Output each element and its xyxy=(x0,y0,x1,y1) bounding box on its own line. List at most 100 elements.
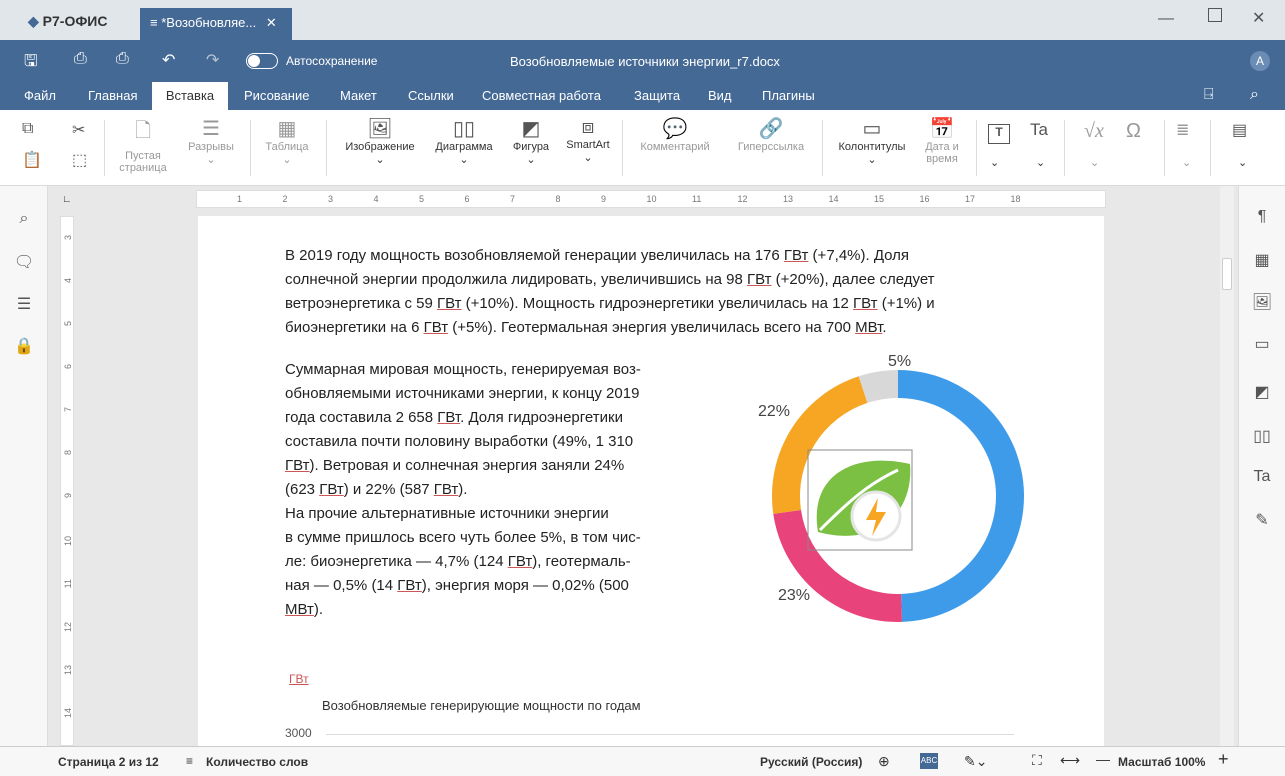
save-icon[interactable]: 🖫 xyxy=(24,50,38,77)
table-button[interactable]: ▦ Таблица ⌄ xyxy=(256,116,318,166)
chevron-down-icon[interactable]: ⌄ xyxy=(1036,156,1045,169)
right-panel: ¶ ▦ 🖼 ▭ ◩ ▯▯ Ta ✎ xyxy=(1238,186,1285,746)
ruler-number: 17 xyxy=(965,194,976,204)
paragraph-1[interactable]: В 2019 году мощность возобновляемой гене… xyxy=(285,244,1045,340)
comment-button[interactable]: 💬 Комментарий xyxy=(626,116,724,153)
breaks-button[interactable]: ☰ Разрывы ⌄ xyxy=(180,116,242,166)
ruler-number: 12 xyxy=(737,194,748,204)
shape-settings-icon[interactable]: ◩ xyxy=(1250,382,1274,402)
vertical-ruler[interactable]: 3 4 5 6 7 8 9 10 11 12 13 14 xyxy=(60,216,74,746)
word-count-button[interactable]: Количество слов xyxy=(206,755,308,769)
dropcap-icon[interactable]: ≣ xyxy=(1176,120,1189,140)
tab-plugins[interactable]: Плагины xyxy=(762,88,815,103)
chevron-down-icon[interactable]: ⌄ xyxy=(990,156,999,169)
tab-references[interactable]: Ссылки xyxy=(408,88,454,103)
textart-settings-icon[interactable]: Ta xyxy=(1250,468,1274,486)
shape-button[interactable]: ◩ Фигура ⌄ xyxy=(504,116,558,166)
undo-icon[interactable]: ↶ xyxy=(162,50,175,70)
tab-stop-icon[interactable]: ∟ xyxy=(62,194,72,205)
fit-width-icon[interactable]: ⟷ xyxy=(1060,752,1080,769)
vertical-scrollbar[interactable] xyxy=(1220,186,1234,746)
search-icon[interactable]: ⌕ xyxy=(1250,86,1259,104)
chevron-down-icon[interactable]: ⌄ xyxy=(1238,156,1247,169)
ruler-number: 16 xyxy=(919,194,930,204)
ruler-number: 15 xyxy=(874,194,885,204)
zoom-in-icon[interactable]: + xyxy=(1218,749,1229,770)
track-changes-icon[interactable]: ✎⌄ xyxy=(964,753,987,770)
minimize-icon[interactable]: — xyxy=(1158,10,1174,28)
content-control-icon[interactable]: ▤ xyxy=(1232,120,1247,140)
maximize-icon[interactable] xyxy=(1208,8,1222,22)
chevron-down-icon: ⌄ xyxy=(282,154,292,166)
ruler-number: 4 xyxy=(373,194,379,204)
blank-page-button[interactable]: 🗋 Пустая страница xyxy=(112,116,174,174)
chart-icon: ▯▯ xyxy=(452,118,475,140)
ruler-number: 3 xyxy=(328,194,334,204)
equation-icon[interactable]: √x xyxy=(1084,120,1104,143)
omega-icon[interactable]: Ω xyxy=(1126,120,1141,143)
text-line: МВт). xyxy=(285,601,324,618)
divider xyxy=(1064,120,1065,176)
status-bar: Страница 2 из 12 ≡ Количество слов Русск… xyxy=(0,746,1285,776)
tab-draw[interactable]: Рисование xyxy=(244,88,309,103)
print-icon[interactable]: ⎙ xyxy=(74,50,87,68)
leaf-energy-icon[interactable] xyxy=(807,449,913,551)
comments-icon[interactable]: 🗨 xyxy=(12,252,36,272)
quick-print-icon[interactable]: ⎙ xyxy=(116,50,129,68)
tab-layout[interactable]: Макет xyxy=(340,88,377,103)
tab-home[interactable]: Главная xyxy=(88,88,137,103)
chart-button[interactable]: ▯▯ Диаграмма ⌄ xyxy=(430,116,498,166)
chevron-down-icon[interactable]: ⌄ xyxy=(1182,156,1191,169)
copy-icon[interactable]: ⧉ xyxy=(22,120,33,138)
image-settings-icon[interactable]: 🖼 xyxy=(1250,292,1274,312)
header-settings-icon[interactable]: ▭ xyxy=(1250,334,1274,354)
language-selector[interactable]: Русский (Россия) xyxy=(760,755,862,769)
tab-protection[interactable]: Защита xyxy=(634,88,680,103)
close-tab-icon[interactable]: ✕ xyxy=(266,15,277,30)
redo-icon[interactable]: ↷ xyxy=(206,50,219,70)
page-indicator[interactable]: Страница 2 из 12 xyxy=(58,755,159,769)
horizontal-ruler[interactable]: 1 2 3 4 5 6 7 8 9 10 11 12 13 14 15 16 17 18 xyxy=(196,190,1106,208)
scrollbar-thumb[interactable] xyxy=(1222,258,1232,290)
select-icon[interactable]: ⬚ xyxy=(72,150,87,170)
divider xyxy=(250,120,251,176)
tab-insert[interactable]: Вставка xyxy=(152,82,228,110)
headers-button[interactable]: ▭ Колонтитулы ⌄ xyxy=(830,116,914,166)
image-button[interactable]: 🖼 Изображение ⌄ xyxy=(338,116,422,166)
paragraph-icon[interactable]: ¶ xyxy=(1250,208,1274,226)
paste-icon[interactable]: 📋 xyxy=(22,150,42,170)
lock-icon[interactable]: 🔒 xyxy=(12,336,36,356)
document-title: Возобновляемые источники энергии_r7.docx xyxy=(510,54,780,69)
y-axis-tick: 3000 xyxy=(285,726,312,740)
table-settings-icon[interactable]: ▦ xyxy=(1250,250,1274,270)
autosave-toggle[interactable] xyxy=(246,53,278,69)
open-location-icon[interactable]: ⍈ xyxy=(1204,86,1214,104)
donut-chart[interactable]: 49%23%22%5% xyxy=(738,352,1058,632)
datetime-button[interactable]: 📅 Дата и время xyxy=(914,116,970,165)
spellcheck-icon[interactable]: ABC xyxy=(920,753,938,769)
navigation-icon[interactable]: ☰ xyxy=(12,294,36,314)
text-art-icon[interactable]: Ta xyxy=(1030,120,1048,140)
document-page[interactable]: В 2019 году мощность возобновляемой гене… xyxy=(198,216,1104,746)
text-box-icon[interactable]: T xyxy=(988,124,1010,144)
search-icon[interactable]: ⌕ xyxy=(12,210,36,228)
paragraph-2[interactable]: Суммарная мировая мощность, генерируемая… xyxy=(285,358,705,622)
tab-view[interactable]: Вид xyxy=(708,88,732,103)
chart-unit-label: ГВт xyxy=(289,672,309,686)
cut-icon[interactable]: ✂ xyxy=(72,120,85,140)
globe-icon[interactable]: ⊕ xyxy=(878,753,890,770)
tab-collaboration[interactable]: Совместная работа xyxy=(482,88,601,103)
menu-icon: ≡ xyxy=(150,15,158,30)
chevron-down-icon[interactable]: ⌄ xyxy=(1090,156,1099,169)
signature-icon[interactable]: ✎ xyxy=(1250,510,1274,530)
zoom-out-icon[interactable]: — xyxy=(1096,751,1110,767)
tab-file[interactable]: Файл xyxy=(24,88,56,103)
fit-page-icon[interactable]: ⛶ xyxy=(1032,752,1042,769)
close-window-icon[interactable]: ✕ xyxy=(1252,8,1265,28)
word-count-icon: ≡ xyxy=(186,754,194,768)
hyperlink-button[interactable]: 🔗 Гиперссылка xyxy=(726,116,816,153)
document-tab[interactable]: ≡ *Возобновляе... ✕ xyxy=(140,8,292,40)
chart-settings-icon[interactable]: ▯▯ xyxy=(1250,426,1274,446)
user-avatar[interactable]: A xyxy=(1250,51,1270,71)
smartart-button[interactable]: ⧈ SmartArt ⌄ xyxy=(560,116,616,164)
